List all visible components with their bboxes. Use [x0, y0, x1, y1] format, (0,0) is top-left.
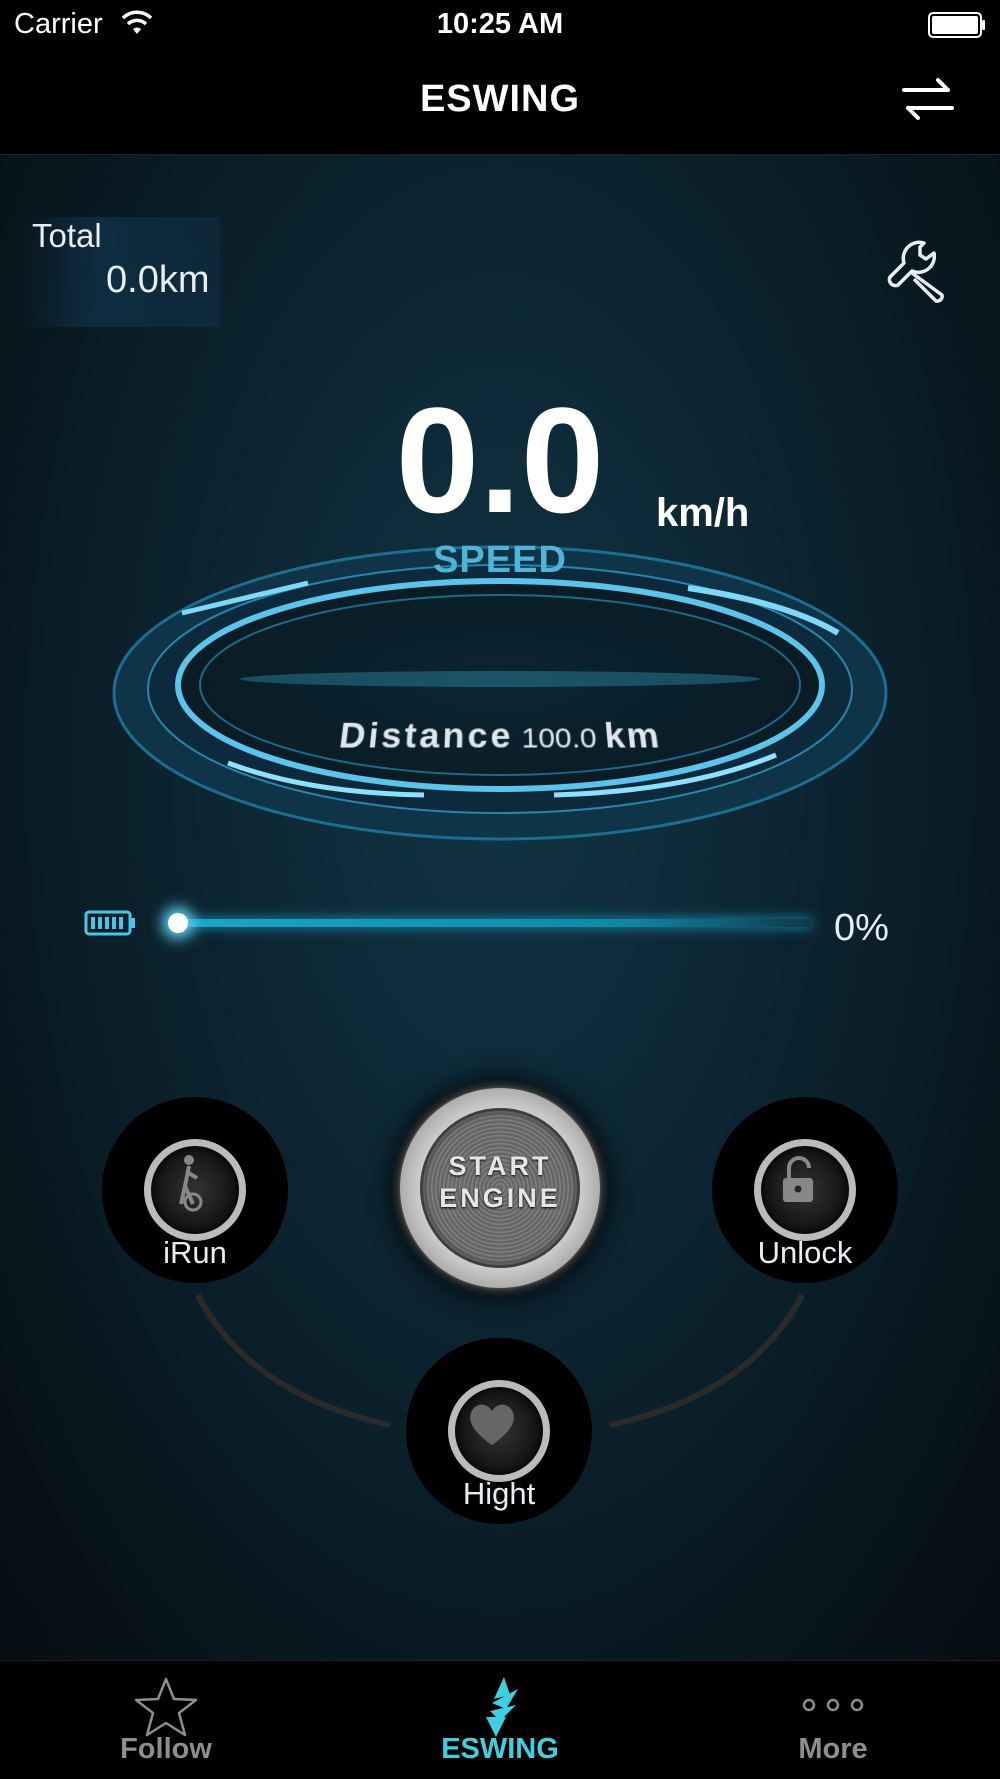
status-bar: Carrier 10:25 AM [0, 0, 1000, 50]
tab-follow-label: Follow [120, 1733, 212, 1765]
speed-label: SPEED [433, 539, 567, 581]
hight-ring [448, 1380, 550, 1482]
distance-readout: Distance 100.0 km [0, 716, 1000, 756]
heart-icon [470, 1404, 514, 1445]
speed-value: 0.0 [395, 376, 605, 544]
tab-bar: Follow ESWING More [0, 1660, 1000, 1779]
distance-value: 100.0 [521, 722, 599, 755]
start-label-line2: ENGINE [439, 1183, 561, 1213]
distance-unit: km [602, 716, 664, 756]
unlock-button[interactable]: Unlock [712, 1097, 898, 1283]
speed-unit: km/h [656, 491, 750, 535]
hight-label: Hight [462, 1476, 536, 1511]
page-title: ESWING [419, 78, 581, 120]
start-engine-button[interactable]: START ENGINE [396, 1084, 604, 1292]
tab-more-label: More [798, 1733, 868, 1765]
tab-eswing[interactable]: ESWING [400, 1661, 600, 1779]
start-engine-rim: START ENGINE [400, 1088, 600, 1288]
tab-follow[interactable]: Follow [66, 1661, 266, 1779]
star-icon [134, 1677, 198, 1737]
start-label-line1: START [448, 1151, 552, 1181]
tab-more[interactable]: More [733, 1661, 933, 1779]
swap-icon[interactable] [902, 76, 954, 122]
battery-icon [84, 910, 135, 936]
unlock-label: Unlock [757, 1235, 853, 1270]
total-value: 0.0km [106, 259, 210, 301]
battery-level-indicator [168, 913, 188, 933]
irun-ring [144, 1139, 246, 1241]
unlock-ring [754, 1139, 856, 1241]
start-engine-label: START ENGINE [420, 1150, 580, 1214]
nav-bar: ESWING [0, 50, 1000, 155]
rider-icon [179, 1155, 203, 1212]
total-label: Total [32, 217, 102, 254]
start-engine-face: START ENGINE [420, 1108, 580, 1268]
more-dots-icon [802, 1698, 864, 1712]
tab-eswing-label: ESWING [441, 1733, 559, 1765]
irun-button[interactable]: iRun [102, 1097, 288, 1283]
status-time: 10:25 AM [436, 8, 564, 40]
battery-status-icon [928, 12, 985, 38]
wrench-icon[interactable] [884, 233, 956, 305]
battery-level-bar [172, 919, 812, 927]
distance-label: Distance [336, 716, 514, 756]
eswing-logo-icon [486, 1677, 518, 1737]
irun-label: iRun [163, 1235, 227, 1270]
padlock-icon [783, 1156, 813, 1202]
hight-button[interactable]: Hight [406, 1338, 592, 1524]
battery-percent: 0% [834, 907, 889, 949]
dashboard: Total 0.0km 0.0 km/h SPEED Distance 100.0… [0, 155, 1000, 1660]
